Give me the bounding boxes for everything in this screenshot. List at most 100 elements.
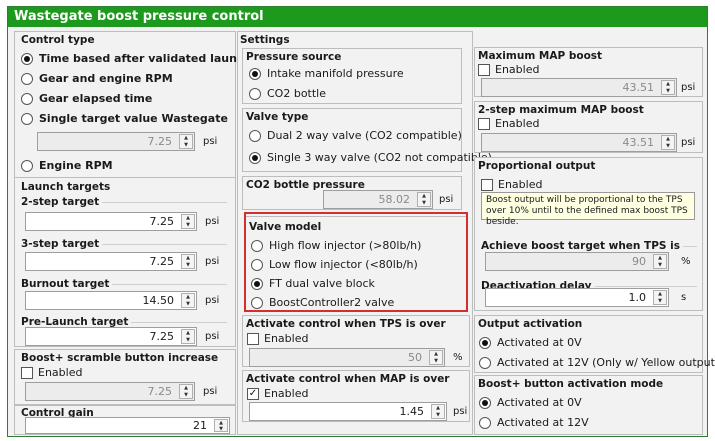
spinner-icon[interactable]: ▲ ▼ xyxy=(181,254,195,269)
valve-type-title: Valve type xyxy=(246,111,309,123)
radio-circle xyxy=(479,416,491,429)
three-step-input[interactable]: 7.25 ▲ ▼ xyxy=(25,252,197,271)
radio-single-target[interactable]: Single target value Wastegate xyxy=(21,112,228,125)
control-gain-input[interactable]: 21 ▲ ▼ xyxy=(25,417,230,434)
spinner-icon[interactable]: ▲ ▼ xyxy=(179,384,193,399)
unit-label: s xyxy=(681,292,687,303)
spinner-icon[interactable]: ▲ ▼ xyxy=(181,293,195,308)
main-window: Wastegate boost pressure control Control… xyxy=(7,6,715,437)
proportional-info-tooltip: Boost output will be proportional to the… xyxy=(481,192,695,227)
value-text: 58.02 xyxy=(378,193,411,206)
radio-gear-elapsed[interactable]: Gear elapsed time xyxy=(21,92,152,105)
radio-circle xyxy=(21,92,33,105)
two-step-max-enabled-checkbox[interactable]: Enabled xyxy=(478,117,539,130)
proportional-title: Proportional output xyxy=(478,160,596,172)
value-text: 7.25 xyxy=(147,135,173,148)
radio-intake-manifold[interactable]: Intake manifold pressure xyxy=(249,67,404,80)
radio-single-3way[interactable]: Single 3 way valve (CO2 not compatible) xyxy=(249,151,492,164)
checkbox-label: Enabled xyxy=(498,178,543,191)
checkbox-label: Enabled xyxy=(264,332,309,345)
two-step-input[interactable]: 7.25 ▲ ▼ xyxy=(25,212,197,231)
spinner-icon[interactable]: ▲ ▼ xyxy=(181,329,195,344)
tps-activate-group: Activate control when TPS is over Enable… xyxy=(242,315,470,367)
spinner-icon[interactable]: ▲ ▼ xyxy=(179,134,193,149)
radio-circle xyxy=(21,112,33,125)
burnout-label: Burnout target xyxy=(21,278,113,290)
map-activate-title: Activate control when MAP is over xyxy=(246,373,450,385)
spinner-icon[interactable]: ▲ ▼ xyxy=(417,192,431,207)
radio-label: Time based after validated launch xyxy=(39,52,252,65)
tps-enabled-checkbox[interactable]: Enabled xyxy=(247,332,308,345)
pressure-source-title: Pressure source xyxy=(246,51,342,63)
unit-label: % xyxy=(453,352,463,363)
value-text: 50 xyxy=(408,351,422,364)
unit-label: psi xyxy=(439,194,454,205)
launch-targets-panel: Launch targets 2-step target 7.25 ▲ ▼ psi … xyxy=(14,177,236,347)
map-activate-input[interactable]: 1.45 ▲ ▼ xyxy=(249,402,447,421)
value-text: 14.50 xyxy=(142,294,175,307)
burnout-input[interactable]: 14.50 ▲ ▼ xyxy=(25,291,197,310)
max-map-enabled-checkbox[interactable]: Enabled xyxy=(478,63,539,76)
radio-gear-rpm[interactable]: Gear and engine RPM xyxy=(21,72,173,85)
achieve-label: Achieve boost target when TPS is xyxy=(481,240,683,252)
spinner-icon[interactable]: ▲ ▼ xyxy=(661,135,675,150)
checkbox-box xyxy=(481,178,493,191)
checkbox-label: Enabled xyxy=(495,63,540,76)
value-text: 43.51 xyxy=(622,81,655,94)
three-step-label: 3-step target xyxy=(21,238,103,250)
radio-dual-2way[interactable]: Dual 2 way valve (CO2 compatible) xyxy=(249,129,462,142)
achieve-input[interactable]: 90 ▲ ▼ xyxy=(485,252,669,271)
radio-co2-bottle[interactable]: CO2 bottle xyxy=(249,87,326,100)
spinner-icon[interactable]: ▲ ▼ xyxy=(653,290,667,305)
unit-label: psi xyxy=(681,137,696,148)
radio-engine-rpm[interactable]: Engine RPM xyxy=(21,159,113,172)
radio-circle xyxy=(249,67,261,80)
pressure-source-group: Pressure source Intake manifold pressure… xyxy=(242,48,462,104)
two-step-label: 2-step target xyxy=(21,196,103,208)
radio-label: Activated at 12V (Only w/ Yellow outputs… xyxy=(497,356,715,369)
two-step-max-input[interactable]: 43.51 ▲ ▼ xyxy=(481,133,677,152)
settings-panel: Settings Pressure source Intake manifold… xyxy=(237,31,492,435)
radio-circle xyxy=(479,396,491,409)
window-title: Wastegate boost pressure control xyxy=(8,7,707,27)
spinner-icon[interactable]: ▲ ▼ xyxy=(431,404,445,419)
map-activate-group: Activate control when MAP is over ✓ Enabl… xyxy=(242,370,470,422)
radio-boost-0v[interactable]: Activated at 0V xyxy=(479,396,582,409)
checkbox-label: Enabled xyxy=(38,366,83,379)
radio-output-12v[interactable]: Activated at 12V (Only w/ Yellow outputs… xyxy=(479,356,715,369)
tps-activate-title: Activate control when TPS is over xyxy=(246,318,446,330)
checkbox-box xyxy=(21,366,33,379)
tps-activate-input[interactable]: 50 ▲ ▼ xyxy=(249,348,445,367)
control-type-panel: Control type Time based after validated … xyxy=(14,31,251,179)
unit-label: psi xyxy=(203,386,218,397)
radio-output-0v[interactable]: Activated at 0V xyxy=(479,336,582,349)
control-gain-panel: Control gain 21 ▲ ▼ xyxy=(14,405,236,435)
spinner-icon[interactable]: ▲ ▼ xyxy=(653,254,667,269)
radio-boost-12v[interactable]: Activated at 12V xyxy=(479,416,589,429)
deactivation-input[interactable]: 1.0 ▲ ▼ xyxy=(485,288,669,307)
boost-button-title: Boost+ button activation mode xyxy=(478,378,664,390)
checkbox-box xyxy=(478,117,490,130)
radio-time-based[interactable]: Time based after validated launch xyxy=(21,52,251,65)
spinner-icon[interactable]: ▲ ▼ xyxy=(181,214,195,229)
scramble-enabled-checkbox[interactable]: Enabled xyxy=(21,366,82,379)
spinner-icon[interactable]: ▲ ▼ xyxy=(661,80,675,95)
radio-circle xyxy=(249,151,261,164)
spinner-icon[interactable]: ▲ ▼ xyxy=(214,419,228,432)
checkbox-label: Enabled xyxy=(495,117,540,130)
spinner-icon[interactable]: ▲ ▼ xyxy=(429,350,443,365)
map-enabled-checkbox[interactable]: ✓ Enabled xyxy=(247,387,308,400)
radio-label: Dual 2 way valve (CO2 compatible) xyxy=(267,129,462,142)
scramble-input[interactable]: 7.25 ▲ ▼ xyxy=(25,382,195,401)
co2-pressure-input[interactable]: 58.02 ▲ ▼ xyxy=(323,190,433,209)
unit-label: psi xyxy=(681,82,696,93)
radio-label: Activated at 12V xyxy=(497,416,589,429)
radio-circle xyxy=(479,336,491,349)
max-map-input[interactable]: 43.51 ▲ ▼ xyxy=(481,78,677,97)
radio-label: CO2 bottle xyxy=(267,87,326,100)
pre-launch-input[interactable]: 7.25 ▲ ▼ xyxy=(25,327,197,346)
single-target-input[interactable]: 7.25 ▲ ▼ xyxy=(37,132,195,151)
proportional-enabled-checkbox[interactable]: Enabled xyxy=(481,178,542,191)
scramble-panel: Boost+ scramble button increase Enabled … xyxy=(14,349,236,405)
scramble-title: Boost+ scramble button increase xyxy=(21,352,219,364)
